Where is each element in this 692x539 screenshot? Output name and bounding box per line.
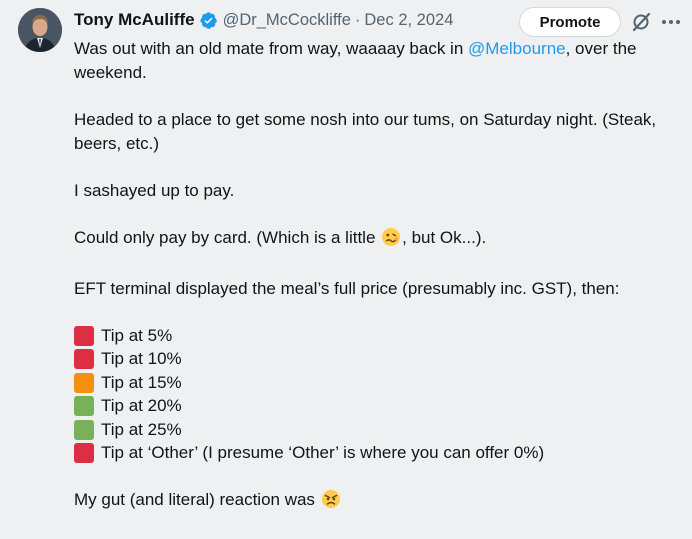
tip-list: Tip at 5% Tip at 10% Tip at 15% Tip at 2… [74, 324, 686, 465]
paragraph-1: Was out with an old mate from way, waaaa… [74, 39, 637, 82]
green-square-icon [74, 419, 94, 440]
author-handle[interactable]: @Dr_McCockliffe [223, 11, 351, 30]
red-square-icon [74, 443, 94, 464]
header-separator: · [354, 10, 361, 29]
post-date[interactable]: Dec 2, 2024 [364, 11, 453, 30]
tip-item: Tip at 5% [74, 324, 686, 348]
paragraph-5: EFT terminal displayed the meal’s full p… [74, 279, 620, 298]
angry-face-icon [321, 489, 341, 516]
orange-square-icon [74, 372, 94, 393]
mention-link[interactable]: @Melbourne [468, 39, 566, 58]
post-text: Was out with an old mate from way, waaaa… [74, 37, 686, 539]
tip-item: Tip at 20% [74, 395, 686, 419]
post-header: Tony McAuliffe @Dr_McCockliffe · Dec 2, … [74, 9, 453, 31]
paragraph-6: My gut (and literal) reaction was [74, 488, 686, 516]
paragraph-2: Headed to a place to get some nosh into … [74, 110, 657, 153]
red-square-icon [74, 325, 94, 346]
tip-item: Tip at ‘Other’ (I presume ‘Other’ is whe… [74, 442, 686, 466]
green-square-icon [74, 396, 94, 417]
author-name[interactable]: Tony McAuliffe [74, 10, 195, 30]
tip-item: Tip at 10% [74, 348, 686, 372]
tip-item: Tip at 15% [74, 371, 686, 395]
red-square-icon [74, 349, 94, 370]
woozy-face-icon [381, 227, 401, 254]
more-options-icon[interactable] [660, 12, 682, 37]
paragraph-3: I sashayed up to pay. [74, 181, 235, 200]
tip-item: Tip at 25% [74, 418, 686, 442]
avatar[interactable] [18, 8, 62, 52]
paragraph-4: Could only pay by card. (Which is a litt… [74, 226, 686, 254]
grok-icon[interactable] [630, 11, 652, 38]
promote-button[interactable]: Promote [519, 7, 621, 37]
verified-badge-icon [199, 11, 218, 30]
